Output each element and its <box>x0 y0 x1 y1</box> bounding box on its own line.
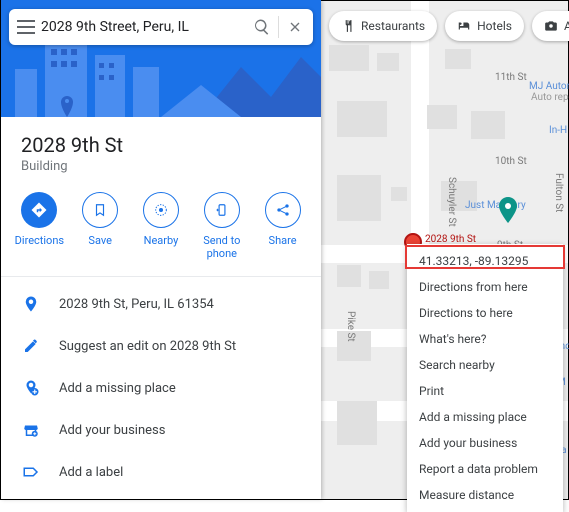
ctx-directions-from[interactable]: Directions from here <box>407 274 563 300</box>
send-to-phone-button[interactable]: Send to phone <box>194 192 250 260</box>
street-11th: 11th St <box>495 72 527 83</box>
detail-add-business[interactable]: Add your business <box>1 409 321 451</box>
ctx-directions-to[interactable]: Directions to here <box>407 300 563 326</box>
ctx-add-business[interactable]: Add your business <box>407 430 563 456</box>
share-icon <box>265 192 301 228</box>
street-pike: Pike St <box>345 311 356 342</box>
ctx-add-missing[interactable]: Add a missing place <box>407 404 563 430</box>
detail-suggest-edit[interactable]: Suggest an edit on 2028 9th St <box>1 325 321 367</box>
poi-mj[interactable]: MJ Autor <box>529 81 569 92</box>
phone-icon <box>204 192 240 228</box>
camera-icon <box>544 19 558 33</box>
label-icon <box>21 462 41 482</box>
chip-hotels[interactable]: Hotels <box>445 11 524 41</box>
place-title: 2028 9th St <box>21 133 301 157</box>
poi-mj2: Auto repa <box>531 92 569 103</box>
detail-add-missing[interactable]: Add a missing place <box>1 367 321 409</box>
detail-address[interactable]: 2028 9th St, Peru, IL 61354 <box>1 283 321 325</box>
pin-plus-icon <box>21 378 41 398</box>
context-menu: 41.33213, -89.13295 Directions from here… <box>407 244 563 512</box>
pin-icon <box>21 294 41 314</box>
place-subtitle: Building <box>21 159 301 174</box>
directions-icon <box>21 192 57 228</box>
ctx-report[interactable]: Report a data problem <box>407 456 563 482</box>
search-icon[interactable] <box>252 17 272 37</box>
map-pin-teal[interactable] <box>499 197 517 223</box>
chip-restaurants[interactable]: Restaurants <box>329 11 437 41</box>
ctx-print[interactable]: Print <box>407 378 563 404</box>
store-icon <box>21 420 41 440</box>
poi-inh[interactable]: In-H <box>549 125 567 136</box>
bed-icon <box>457 19 471 33</box>
nearby-button[interactable]: Nearby <box>133 192 189 260</box>
ctx-coordinates[interactable]: 41.33213, -89.13295 <box>407 248 563 274</box>
ctx-whats-here[interactable]: What's here? <box>407 326 563 352</box>
ctx-measure[interactable]: Measure distance <box>407 482 563 508</box>
menu-button[interactable] <box>17 20 35 34</box>
ctx-search-nearby[interactable]: Search nearby <box>407 352 563 378</box>
chip-attractions[interactable]: Attractions <box>532 11 569 41</box>
fork-knife-icon <box>341 19 355 33</box>
pencil-icon <box>21 336 41 356</box>
side-panel: 2028 9th St Building Directions Save Nea… <box>1 1 321 499</box>
search-bar <box>9 9 313 45</box>
bookmark-icon <box>82 192 118 228</box>
share-button[interactable]: Share <box>255 192 311 260</box>
nearby-icon <box>143 192 179 228</box>
detail-add-label[interactable]: Add a label <box>1 451 321 493</box>
directions-button[interactable]: Directions <box>11 192 67 260</box>
street-schuyler: Schuyler St <box>446 177 457 227</box>
street-10th: 10th St <box>495 156 527 167</box>
street-fulton: Fulton St <box>553 173 564 212</box>
close-icon[interactable] <box>285 17 305 37</box>
search-input[interactable] <box>41 19 246 35</box>
save-button[interactable]: Save <box>72 192 128 260</box>
